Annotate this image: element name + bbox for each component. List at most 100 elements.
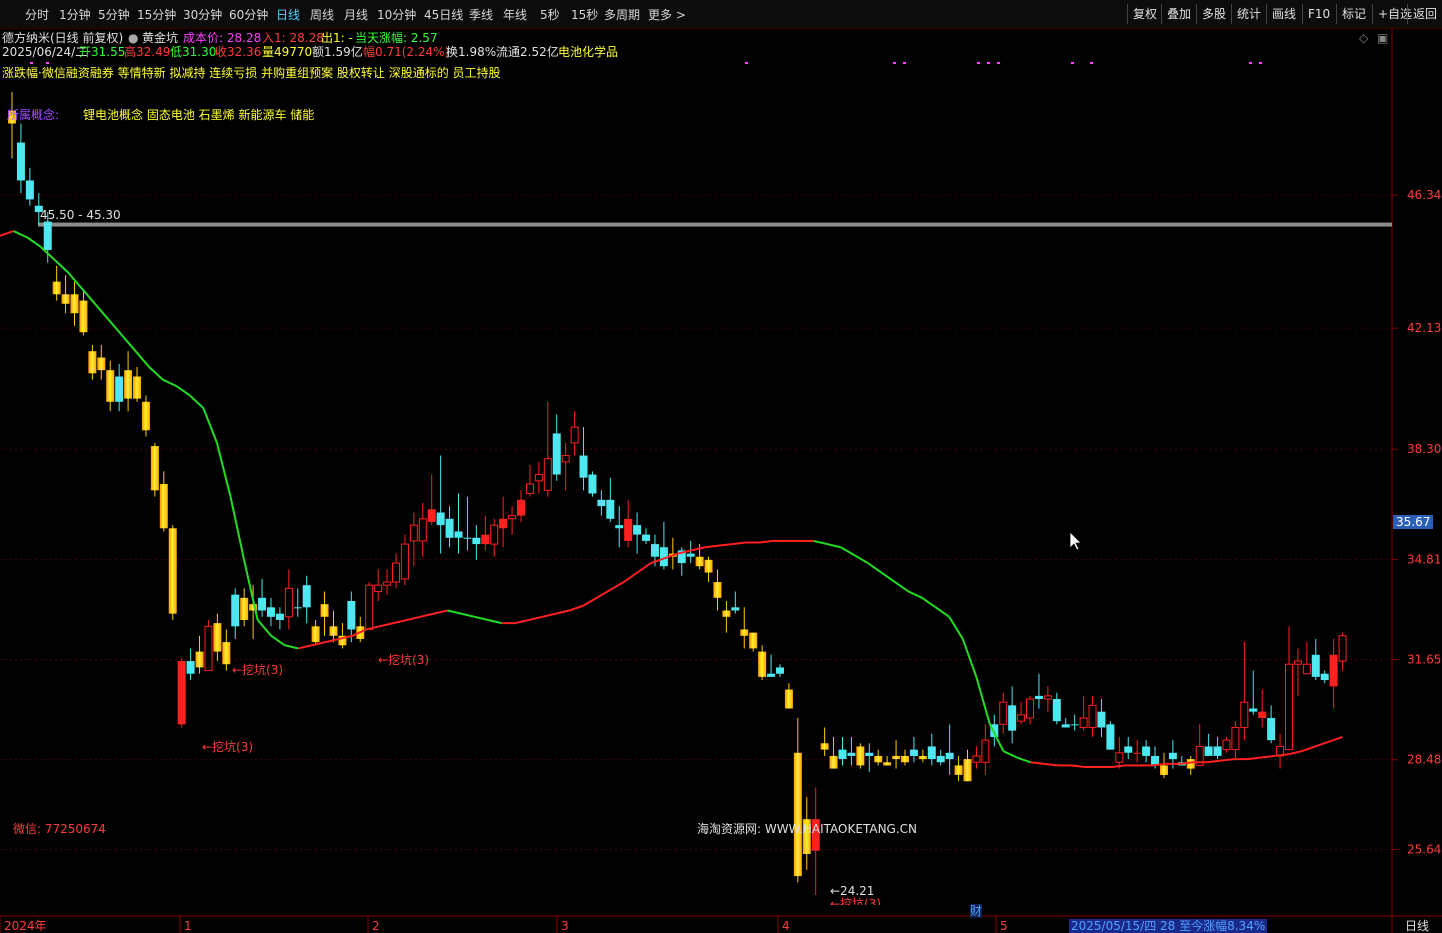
open-price: 开31.55 — [79, 45, 126, 59]
turnover: 换1.98% — [446, 45, 497, 59]
ma-line-segment — [447, 609, 462, 615]
candle-body — [222, 642, 231, 665]
ma-line-segment — [298, 644, 313, 650]
ma-line-segment — [1030, 761, 1045, 765]
ma-line-segment — [609, 581, 625, 591]
candle-body — [1231, 726, 1240, 751]
period-tab[interactable]: 5分钟 — [98, 6, 130, 23]
ma-line-segment — [691, 546, 706, 552]
ma-line-segment — [460, 612, 475, 618]
finance-marker[interactable]: 财 — [970, 904, 983, 918]
low-price: 低31.30 — [170, 45, 217, 59]
candle-body — [892, 755, 901, 760]
period-tab[interactable]: 10分钟 — [377, 6, 416, 23]
period-tab[interactable]: 更多 > — [648, 6, 686, 23]
candle-body — [543, 458, 552, 491]
candle-body — [695, 556, 704, 567]
candle-body — [552, 433, 561, 475]
time-axis-label: 2 — [372, 919, 380, 933]
watermark: 海淘资源网: WWW.HAITAOKETANG.CN — [697, 822, 918, 836]
candle-body — [159, 484, 168, 529]
ma-line-segment — [826, 543, 841, 549]
candle-body — [1061, 724, 1070, 728]
panel-toggle-icon[interactable]: ▣ — [1377, 31, 1388, 45]
wechat-label: 微信: 77250674 — [13, 822, 106, 836]
candle-body — [1017, 714, 1026, 722]
footer-range-info: 2025/05/15/四 28 至今涨幅8.34% — [1069, 919, 1268, 933]
ma-line-segment — [433, 609, 448, 615]
toolbar-button[interactable]: 返回 — [1407, 4, 1442, 24]
ma-line-segment — [1314, 740, 1330, 748]
period-tab[interactable]: 15分钟 — [137, 6, 176, 23]
period-tab[interactable]: 季线 — [469, 6, 493, 23]
candle-body — [70, 294, 79, 314]
candle-body — [88, 351, 97, 374]
toolbar-button[interactable]: 统计 — [1231, 4, 1266, 24]
candle-body — [767, 673, 776, 677]
candle-body — [61, 294, 70, 304]
ma-line-segment — [515, 618, 530, 625]
ma-line-segment — [935, 606, 950, 618]
kline-chart[interactable]: 46.34 42.13 38.30 34.81 31.65 28.48 25.64 2024年… — [0, 28, 1442, 933]
float-shares: 流通2.52亿 — [496, 45, 559, 59]
period-tab[interactable]: 30分钟 — [183, 6, 222, 23]
signal-dot — [903, 62, 906, 64]
period-tab[interactable]: 日线 — [276, 6, 300, 23]
signal-dot — [997, 62, 1000, 64]
period-label[interactable]: 日线 — [1405, 919, 1429, 933]
candle-body — [79, 300, 88, 333]
toolbar-button[interactable]: 复权 — [1127, 4, 1162, 24]
ma-line-segment — [1071, 764, 1085, 768]
candle-body — [284, 587, 293, 618]
period-tab[interactable]: 5秒 — [540, 6, 560, 23]
period-tab[interactable]: 周线 — [310, 6, 334, 23]
candle-body — [445, 518, 454, 538]
toolbar-button[interactable]: F10 — [1302, 4, 1335, 24]
period-tab[interactable]: 月线 — [344, 6, 368, 23]
ma-line-segment — [325, 637, 340, 644]
ma-line-segment — [175, 385, 191, 397]
toolbar-button[interactable]: 叠加 — [1161, 4, 1196, 24]
candle-body — [124, 370, 133, 399]
ma-line-segment — [202, 407, 218, 444]
candle-body — [347, 601, 356, 630]
toolbar-button[interactable]: 画线 — [1266, 4, 1301, 24]
period-tab[interactable]: 45日线 — [424, 6, 463, 23]
period-tab[interactable]: 年线 — [503, 6, 527, 23]
ma-line-segment — [134, 350, 150, 368]
period-tab[interactable]: 1分钟 — [59, 6, 91, 23]
candle-body — [517, 499, 526, 516]
candle-body — [954, 765, 963, 775]
toolbar-button[interactable]: 标记 — [1336, 4, 1371, 24]
candle-body — [981, 739, 990, 763]
ma-line-segment — [420, 612, 435, 618]
cost-price: 成本价: 28.28 — [183, 31, 262, 45]
candle-body — [365, 584, 374, 630]
candle-body — [1133, 752, 1142, 754]
candle-body — [534, 474, 543, 482]
ma-line-segment — [1287, 750, 1302, 756]
candle-body — [436, 512, 445, 526]
period-tab[interactable]: 60分钟 — [229, 6, 268, 23]
candle-body — [1338, 635, 1347, 662]
candle-body — [606, 499, 615, 519]
ma-line-segment — [270, 634, 286, 647]
candle-body — [311, 626, 320, 643]
period-tab[interactable]: 15秒 — [571, 6, 598, 23]
diamond-icon[interactable]: ◇ — [1359, 31, 1368, 45]
candle-body — [1293, 660, 1302, 665]
candle-body — [463, 537, 472, 539]
candle-body — [1106, 724, 1115, 750]
ma-line-segment — [582, 596, 598, 607]
candle-body — [927, 746, 936, 760]
ma-line-segment — [1301, 745, 1316, 753]
candle-body — [731, 607, 740, 611]
indicator-name[interactable]: 黄金坑 — [142, 31, 178, 45]
period-tab[interactable]: 多周期 — [604, 6, 640, 23]
toolbar-button[interactable]: 多股 — [1196, 4, 1231, 24]
period-tab[interactable]: 分时 — [25, 6, 49, 23]
candle-body — [829, 755, 838, 769]
candle-body — [195, 651, 204, 668]
candle-body — [874, 755, 883, 763]
candle-body — [1168, 752, 1177, 760]
